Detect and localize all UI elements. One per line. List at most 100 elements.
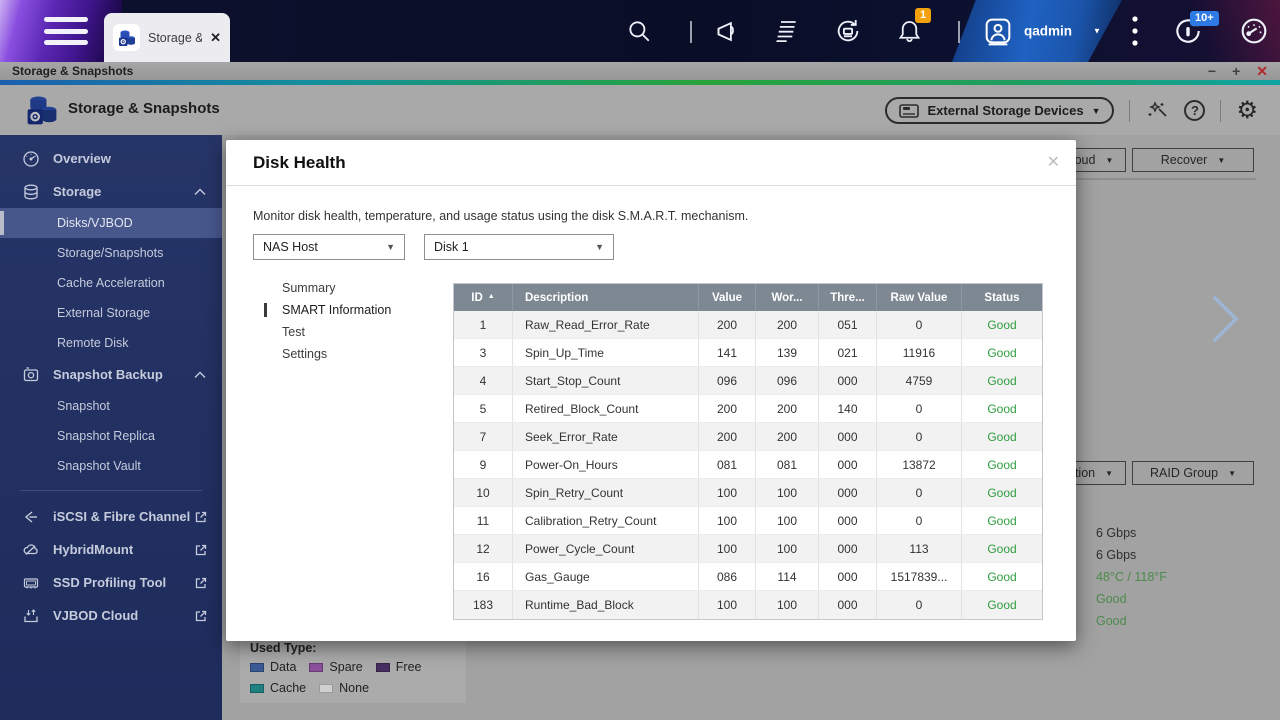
cell-value: 200 xyxy=(699,311,756,338)
main-menu-icon[interactable] xyxy=(44,17,88,45)
cell-raw-value: 0 xyxy=(877,591,962,619)
background-tasks-icon[interactable] xyxy=(834,17,862,45)
external-link-icon xyxy=(194,510,208,524)
snapshot-camera-icon xyxy=(22,366,40,384)
cell-description: Calibration_Retry_Count xyxy=(513,507,699,534)
external-link-icon xyxy=(194,543,208,557)
tasks-badge[interactable]: 10+ xyxy=(1190,11,1219,26)
nas-host-select[interactable]: NAS Host ▼ xyxy=(253,234,405,260)
legend-swatch xyxy=(250,684,264,693)
user-avatar-icon[interactable] xyxy=(982,15,1014,47)
app-tab-storage-snapshots[interactable]: Storage & S... ✕ xyxy=(104,13,230,62)
window-maximize-icon[interactable]: + xyxy=(1232,64,1240,78)
raid-group-button[interactable]: RAID Group ▼ xyxy=(1132,461,1254,485)
sidebar-item-overview[interactable]: Overview xyxy=(0,142,222,175)
sidebar-item-storage-snapshots[interactable]: Storage/Snapshots xyxy=(0,238,222,268)
cell-worst: 200 xyxy=(756,423,819,450)
tab-close-icon[interactable]: ✕ xyxy=(210,30,221,46)
sidebar-item-external-storage[interactable]: External Storage xyxy=(0,298,222,328)
sidebar-divider xyxy=(20,490,202,491)
device-selector-label: External Storage Devices xyxy=(927,103,1083,118)
sidebar-item-remote-disk[interactable]: Remote Disk xyxy=(0,328,222,358)
settings-gear-icon[interactable]: ⚙ xyxy=(1236,99,1258,123)
sidebar-item-disks-vjbod[interactable]: Disks/VJBOD xyxy=(0,208,222,238)
carousel-next-icon[interactable] xyxy=(1210,293,1240,345)
disk-status-value: Good xyxy=(1096,592,1127,606)
legend-label: Data xyxy=(270,660,296,674)
header-separator xyxy=(1129,100,1130,122)
announcements-icon[interactable] xyxy=(714,18,741,45)
help-icon[interactable]: ? xyxy=(1184,100,1205,121)
app-title: Storage & Snapshots xyxy=(68,100,220,117)
cell-status: Good xyxy=(962,507,1042,534)
sidebar-item-iscsi-fibre-channel[interactable]: iSCSI & Fibre Channel xyxy=(0,500,222,533)
sidebar-item-label: Cache Acceleration xyxy=(57,276,165,290)
sidebar-item-vjbod-cloud[interactable]: VJBOD Cloud xyxy=(0,599,222,632)
cell-threshold: 051 xyxy=(819,311,877,338)
nav-item-smart-information[interactable]: SMART Information xyxy=(264,299,391,321)
sidebar-item-snapshot[interactable]: Snapshot xyxy=(0,391,222,421)
chevron-up-icon[interactable] xyxy=(194,188,206,196)
select-value: NAS Host xyxy=(263,240,318,254)
cell-description: Spin_Retry_Count xyxy=(513,479,699,506)
sidebar-item-hybridmount[interactable]: HybridMount xyxy=(0,533,222,566)
options-dots-icon[interactable] xyxy=(1130,14,1140,48)
recover-button[interactable]: Recover ▼ xyxy=(1132,148,1254,172)
user-name[interactable]: qadmin xyxy=(1024,24,1072,39)
sidebar: Overview Storage Disks/VJBOD Storage/Sna… xyxy=(0,135,222,720)
iscsi-icon xyxy=(22,508,40,526)
storage-wizard-icon[interactable] xyxy=(1145,99,1169,123)
sidebar-item-snapshot-backup[interactable]: Snapshot Backup xyxy=(0,358,222,391)
sidebar-item-snapshot-vault[interactable]: Snapshot Vault xyxy=(0,451,222,481)
cell-threshold: 000 xyxy=(819,451,877,478)
cell-threshold: 000 xyxy=(819,591,877,619)
cell-status: Good xyxy=(962,535,1042,562)
cell-raw-value: 13872 xyxy=(877,451,962,478)
cell-value: 100 xyxy=(699,535,756,562)
cell-value: 100 xyxy=(699,479,756,506)
column-header-description[interactable]: Description xyxy=(513,284,699,311)
column-header-value[interactable]: Value xyxy=(699,284,756,311)
search-icon[interactable] xyxy=(626,18,652,44)
cell-value: 100 xyxy=(699,591,756,619)
sidebar-item-storage[interactable]: Storage xyxy=(0,175,222,208)
cell-id: 16 xyxy=(454,563,513,590)
notification-badge[interactable]: 1 xyxy=(915,8,931,23)
nav-item-summary[interactable]: Summary xyxy=(264,277,391,299)
sidebar-item-ssd-profiling-tool[interactable]: SSD Profiling Tool xyxy=(0,566,222,599)
dialog-nav: Summary SMART Information Test Settings xyxy=(264,277,391,365)
chevron-up-icon[interactable] xyxy=(194,371,206,379)
button-label: RAID Group xyxy=(1150,466,1218,480)
window-close-icon[interactable]: ✕ xyxy=(1256,64,1268,78)
cell-id: 9 xyxy=(454,451,513,478)
cell-id: 1 xyxy=(454,311,513,338)
cell-description: Power_Cycle_Count xyxy=(513,535,699,562)
column-header-id[interactable]: ID ▲ xyxy=(454,284,513,311)
user-menu-caret-icon[interactable]: ▼ xyxy=(1093,27,1101,36)
cell-threshold: 000 xyxy=(819,563,877,590)
table-row: 1 Raw_Read_Error_Rate 200 200 051 0 Good xyxy=(454,311,1042,339)
event-logs-icon[interactable] xyxy=(772,18,799,45)
column-header-threshold[interactable]: Thre... xyxy=(819,284,877,311)
table-row: 7 Seek_Error_Rate 200 200 000 0 Good xyxy=(454,423,1042,451)
cell-status: Good xyxy=(962,479,1042,506)
storage-snapshots-app-icon xyxy=(113,24,140,51)
column-header-status[interactable]: Status xyxy=(962,284,1042,311)
cell-threshold: 000 xyxy=(819,367,877,394)
cell-raw-value: 0 xyxy=(877,395,962,422)
column-header-raw-value[interactable]: Raw Value xyxy=(877,284,962,311)
window-minimize-icon[interactable]: − xyxy=(1208,64,1216,78)
nav-item-test[interactable]: Test xyxy=(264,321,391,343)
qts-desktop: Storage & S... ✕ 1 xyxy=(0,0,1280,720)
nav-item-settings[interactable]: Settings xyxy=(264,343,391,365)
sidebar-item-cache-acceleration[interactable]: Cache Acceleration xyxy=(0,268,222,298)
device-selector-dropdown[interactable]: External Storage Devices ▼ xyxy=(885,97,1114,124)
dialog-close-icon[interactable]: ✕ xyxy=(1047,152,1060,172)
button-label: oud xyxy=(1075,153,1096,167)
sidebar-item-snapshot-replica[interactable]: Snapshot Replica xyxy=(0,421,222,451)
sidebar-item-label: iSCSI & Fibre Channel xyxy=(53,509,190,524)
toolbar-divider xyxy=(1074,178,1256,180)
column-header-worst[interactable]: Wor... xyxy=(756,284,819,311)
disk-select[interactable]: Disk 1 ▼ xyxy=(424,234,614,260)
dashboard-icon[interactable] xyxy=(1238,15,1270,47)
